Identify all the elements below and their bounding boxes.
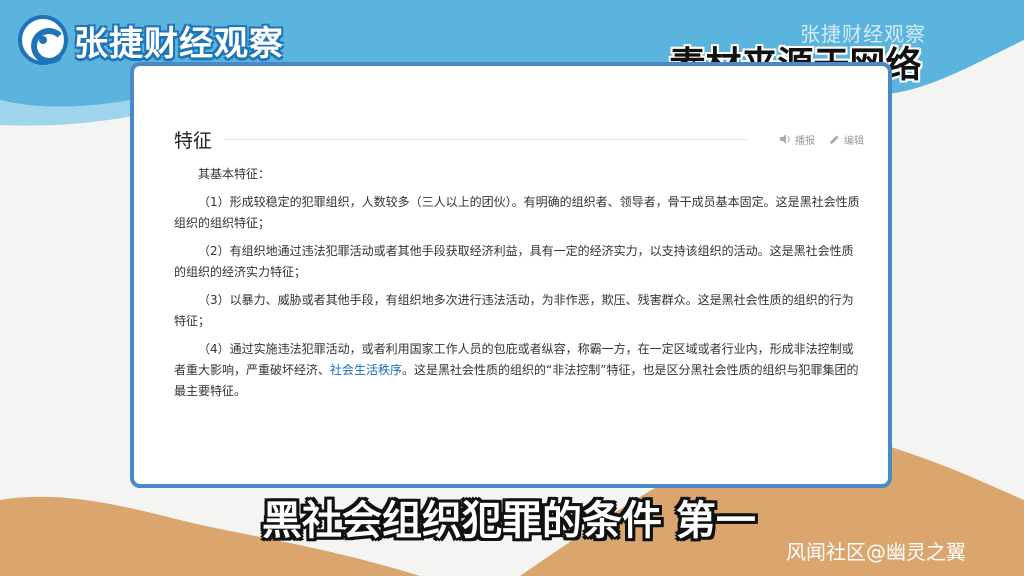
content-card: 特征 播报 编辑 其基本特征： （1）形成较稳定的犯罪组织，人数较多（三人以上的…: [130, 62, 892, 488]
section-header: 特征 播报 编辑: [174, 124, 864, 154]
watermark-bottom: 风闻社区@幽灵之翼: [786, 540, 966, 564]
intro-paragraph: 其基本特征：: [198, 167, 271, 181]
pencil-icon: [830, 135, 839, 144]
edit-button[interactable]: 编辑: [829, 132, 864, 147]
section-title: 特征: [174, 129, 213, 152]
report-label: 播报: [795, 135, 815, 147]
article-content: 其基本特征： （1）形成较稳定的犯罪组织，人数较多（三人以上的团伙）。有明确的组…: [174, 164, 864, 402]
logo-text: 张捷财经观察: [74, 23, 284, 64]
report-button[interactable]: 播报: [779, 132, 815, 147]
feature-paragraph: （2）有组织地通过违法犯罪活动或者其他手段获取经济利益，具有一定的经济实力，以支…: [174, 244, 854, 279]
video-subtitle: 黑社会组织犯罪的条件 第一: [262, 498, 756, 544]
speaker-icon: [780, 134, 790, 144]
channel-logo: 张捷财经观察: [18, 14, 284, 66]
feature-paragraph: （1）形成较稳定的犯罪组织，人数较多（三人以上的团伙）。有明确的组织者、领导者，…: [174, 195, 860, 230]
social-order-link[interactable]: 社会生活秩序: [330, 363, 402, 377]
feature-paragraph: （3）以暴力、威胁或者其他手段，有组织地多次进行违法活动，为非作恶，欺压、残害群…: [174, 293, 854, 328]
section-divider: [224, 138, 747, 140]
edit-label: 编辑: [844, 135, 864, 147]
feature-paragraph: （4）通过实施违法犯罪活动，或者利用国家工作人员的包庇或者纵容，称霸一方，在一定…: [174, 339, 864, 402]
logo-emblem-icon: [18, 15, 68, 65]
